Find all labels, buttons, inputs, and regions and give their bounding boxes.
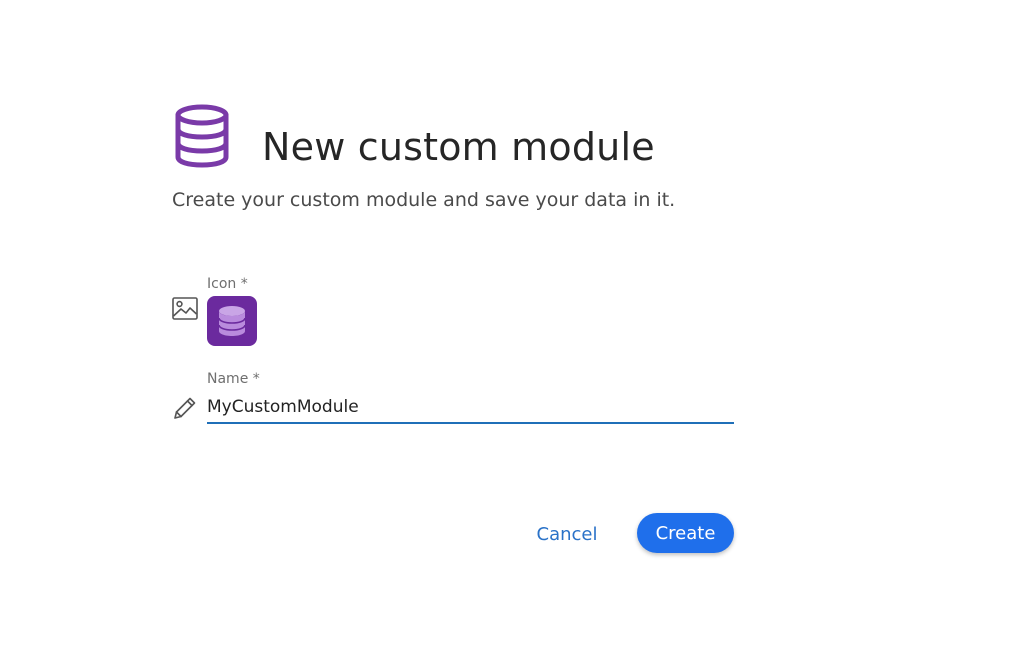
name-input[interactable] <box>207 392 734 424</box>
icon-field-label: Icon * <box>207 276 248 292</box>
database-icon <box>218 306 246 336</box>
cancel-button[interactable]: Cancel <box>528 514 606 554</box>
image-icon <box>172 297 198 320</box>
create-button[interactable]: Create <box>637 513 734 553</box>
icon-picker-button[interactable] <box>207 296 257 346</box>
page-subtitle: Create your custom module and save your … <box>172 189 676 211</box>
database-icon <box>175 104 229 168</box>
name-field-label: Name * <box>207 371 260 387</box>
page-title: New custom module <box>262 125 655 169</box>
pencil-icon <box>174 397 196 419</box>
